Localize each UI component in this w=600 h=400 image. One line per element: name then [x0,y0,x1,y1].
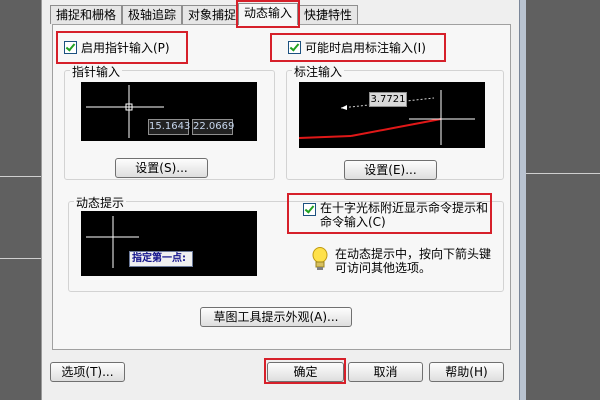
show-command-prompt-label: 在十字光标附近显示命令提示和命令输入(C) [320,201,489,229]
tooltip-appearance-button[interactable]: 草图工具提示外观(A)... [200,307,352,327]
ok-button[interactable]: 确定 [267,362,344,382]
dynamic-prompt-preview: 指定第一点: [81,211,257,276]
drafting-settings-dialog: 捕捉和栅格 极轴追踪 对象捕捉 动态输入 快捷特性 启用指针输入(P) 指针输入… [41,0,521,400]
tab-polar-tracking[interactable]: 极轴追踪 [122,5,182,24]
lightbulb-icon [312,247,328,270]
checkbox-checked-icon [64,41,77,54]
tab-quick-properties[interactable]: 快捷特性 [298,5,358,24]
enable-pointer-input-checkbox[interactable]: 启用指针输入(P) [64,39,170,56]
checkbox-checked-icon [303,203,316,216]
pointer-input-group-title: 指针输入 [70,63,123,80]
dimension-input-group-title: 标注输入 [292,63,345,80]
cancel-button[interactable]: 取消 [348,362,423,382]
dynamic-input-panel: 启用指针输入(P) 指针输入 15.1643 22.0669 设置(S)... … [52,24,511,350]
tab-dynamic-input[interactable]: 动态输入 [238,3,298,25]
pointer-input-preview: 15.1643 22.0669 [81,82,257,141]
background-line [0,258,41,259]
dimension-settings-button[interactable]: 设置(E)... [344,160,437,180]
window-border [519,0,526,400]
dynamic-prompt-group-title: 动态提示 [74,194,127,211]
background-line [0,176,41,177]
dynamic-prompt-hint: 在动态提示中，按向下箭头键可访问其他选项。 [335,247,492,275]
enable-dimension-input-label: 可能时启用标注输入(I) [305,41,426,55]
options-button[interactable]: 选项(T)... [50,362,125,382]
prompt-tooltip: 指定第一点: [129,251,193,267]
enable-dimension-input-checkbox[interactable]: 可能时启用标注输入(I) [288,39,426,56]
background-line [525,173,600,174]
show-command-prompt-checkbox[interactable]: 在十字光标附近显示命令提示和命令输入(C) [303,201,491,229]
checkbox-checked-icon [288,41,301,54]
dimension-value-field: 3.7721 [369,92,407,107]
dimension-input-preview: 3.7721 [299,82,485,148]
help-button[interactable]: 帮助(H) [429,362,504,382]
tab-snap-grid[interactable]: 捕捉和栅格 [50,5,122,24]
enable-pointer-input-label: 启用指针输入(P) [81,41,170,55]
pointer-settings-button[interactable]: 设置(S)... [115,158,208,178]
coordinate-x-field: 15.1643 [148,119,190,135]
coordinate-y-field: 22.0669 [192,119,234,135]
tab-object-snap[interactable]: 对象捕捉 [182,5,242,24]
